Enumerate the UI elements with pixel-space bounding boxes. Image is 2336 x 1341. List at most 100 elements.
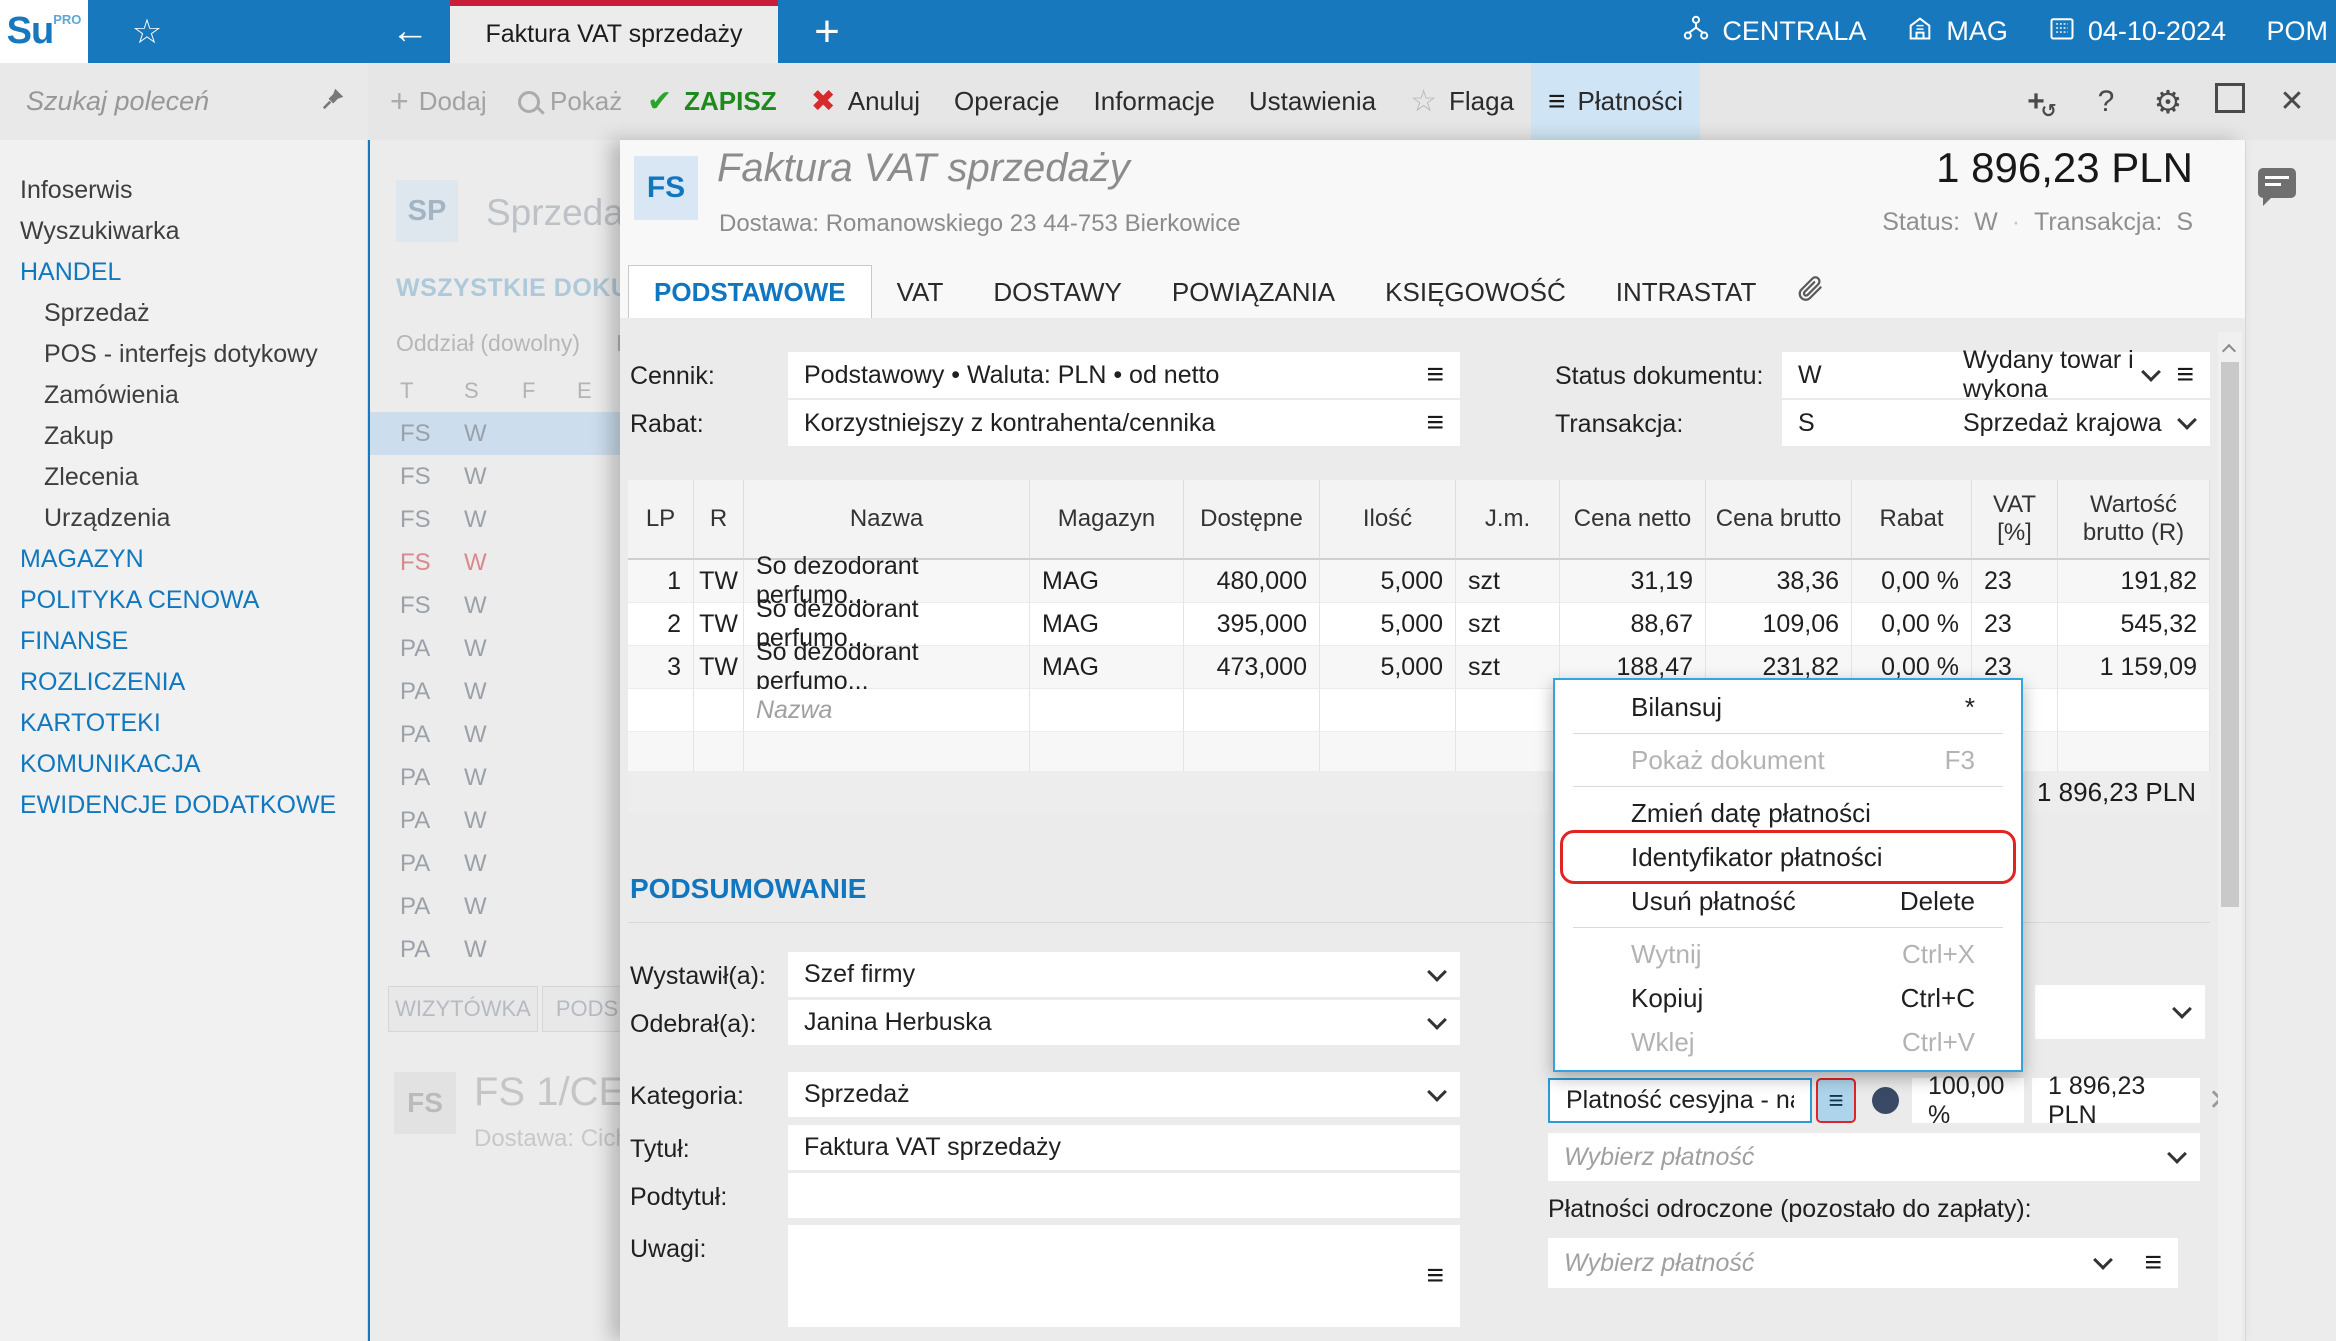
operations-menu[interactable]: Operacje: [937, 63, 1077, 140]
category-select[interactable]: Sprzedaż: [788, 1072, 1460, 1117]
rabat-menu-icon[interactable]: ≡: [1426, 408, 1444, 438]
flag-button[interactable]: ☆ Flaga: [1393, 63, 1531, 140]
app-logo[interactable]: Su PRO: [0, 0, 88, 63]
status-dokumentu-field[interactable]: W Wydany towar i wykona ≡: [1782, 346, 2210, 403]
sidebar-item-zakup[interactable]: Zakup: [0, 416, 367, 457]
cell-empty[interactable]: [628, 689, 694, 732]
sidebar-item-sprzedaz[interactable]: Sprzedaż: [0, 293, 367, 334]
paperclip-icon[interactable]: [1795, 273, 1825, 308]
sidebar-item-urzadzenia[interactable]: Urządzenia: [0, 498, 367, 539]
cell-unit[interactable]: szt: [1456, 603, 1560, 646]
payments-menu-active[interactable]: ≡ Płatności: [1531, 63, 1701, 140]
tab-intrastat[interactable]: INTRASTAT: [1591, 266, 1782, 318]
add-and-repeat-icon[interactable]: +↺: [2013, 85, 2075, 122]
payment-amount-field[interactable]: 1 896,23 PLN: [2032, 1072, 2200, 1129]
cell-vat[interactable]: 23: [1972, 603, 2058, 646]
deferred-menu-icon[interactable]: ≡: [2144, 1248, 2162, 1278]
cell-r[interactable]: TW: [694, 646, 744, 689]
col-lp[interactable]: LP: [628, 480, 694, 560]
payment-menu-button-highlighted[interactable]: ≡: [1816, 1078, 1856, 1123]
document-list-row[interactable]: PA W: [370, 670, 620, 713]
cell-quantity[interactable]: 5,000: [1320, 560, 1456, 603]
back-arrow-icon[interactable]: ←: [372, 0, 448, 63]
cell-quantity[interactable]: 5,000: [1320, 646, 1456, 689]
chevron-down-icon[interactable]: [2177, 410, 2197, 430]
cell-lp[interactable]: 2: [628, 603, 694, 646]
sidebar-section-magazyn[interactable]: MAGAZYN: [0, 539, 367, 580]
col-ilosc[interactable]: Ilość: [1320, 480, 1456, 560]
issuer-select[interactable]: Szef firmy: [788, 952, 1460, 997]
chevron-down-icon[interactable]: [2141, 362, 2162, 382]
cell-empty[interactable]: [1030, 732, 1184, 772]
cell-r[interactable]: TW: [694, 603, 744, 646]
cell-unit[interactable]: szt: [1456, 560, 1560, 603]
status-menu-icon[interactable]: ≡: [2176, 360, 2194, 390]
work-date-selector[interactable]: 04-10-2024: [2048, 14, 2226, 49]
cell-discount[interactable]: 0,00 %: [1852, 603, 1972, 646]
cell-net-price[interactable]: 31,19: [1560, 560, 1706, 603]
tab-ksiegowosc[interactable]: KSIĘGOWOŚĆ: [1360, 266, 1591, 318]
menu-item-wytnij-disabled[interactable]: Wytnij Ctrl+X: [1555, 932, 2021, 976]
document-list-row[interactable]: PA W: [370, 756, 620, 799]
title-input[interactable]: Faktura VAT sprzedaży: [788, 1125, 1460, 1170]
document-list-row[interactable]: FS W: [370, 455, 620, 498]
cell-name[interactable]: So dezodorant perfumo...: [744, 638, 1030, 695]
cell-warehouse[interactable]: MAG: [1030, 646, 1184, 689]
receiver-select[interactable]: Janina Herbuska: [788, 1000, 1460, 1045]
sidebar-item-zamowienia[interactable]: Zamówienia: [0, 375, 367, 416]
menu-item-wklej-disabled[interactable]: Wklej Ctrl+V: [1555, 1020, 2021, 1064]
cell-empty[interactable]: [628, 732, 694, 772]
document-list-row[interactable]: FS W: [370, 498, 620, 541]
chevron-down-icon[interactable]: [2172, 999, 2192, 1019]
document-list-row[interactable]: PA W: [370, 627, 620, 670]
cell-available[interactable]: 480,000: [1184, 560, 1320, 603]
sidebar-item-infoserwis[interactable]: Infoserwis: [0, 170, 367, 211]
cell-available[interactable]: 395,000: [1184, 603, 1320, 646]
menu-item-kopiuj[interactable]: Kopiuj Ctrl+C: [1555, 976, 2021, 1020]
cell-discount[interactable]: 0,00 %: [1852, 560, 1972, 603]
document-list-row[interactable]: PA W: [370, 885, 620, 928]
maximize-icon[interactable]: [2199, 82, 2261, 121]
document-list-row[interactable]: FS W: [370, 584, 620, 627]
sidebar-section-rozliczenia[interactable]: ROZLICZENIA: [0, 662, 367, 703]
sidebar-section-finanse[interactable]: FINANSE: [0, 621, 367, 662]
tab-powiazania[interactable]: POWIĄZANIA: [1147, 266, 1360, 318]
scrollbar-up-arrow[interactable]: [2221, 343, 2237, 359]
cell-r[interactable]: TW: [694, 560, 744, 603]
branch-filter[interactable]: Oddział (dowolny): [396, 330, 580, 357]
col-jm[interactable]: J.m.: [1456, 480, 1560, 560]
settings-menu[interactable]: Ustawienia: [1232, 63, 1393, 140]
document-list-row[interactable]: PA W: [370, 799, 620, 842]
cell-lp[interactable]: 1: [628, 560, 694, 603]
sidebar-section-polityka-cenowa[interactable]: POLITYKA CENOWA: [0, 580, 367, 621]
cell-lp[interactable]: 3: [628, 646, 694, 689]
cell-gross-price[interactable]: 109,06: [1706, 603, 1852, 646]
chevron-down-icon[interactable]: [2093, 1250, 2114, 1270]
col-rabat[interactable]: Rabat: [1852, 480, 1972, 560]
chevron-down-icon[interactable]: [2167, 1144, 2187, 1164]
cell-warehouse[interactable]: MAG: [1030, 603, 1184, 646]
sidebar-item-zlecenia[interactable]: Zlecenia: [0, 457, 367, 498]
cell-gross-value[interactable]: 191,82: [2058, 560, 2210, 603]
menu-item-identyfikator-platnosci-highlighted[interactable]: Identyfikator płatności: [1555, 830, 2021, 884]
notes-menu-icon[interactable]: ≡: [1426, 1261, 1444, 1291]
chevron-down-icon[interactable]: [1427, 1009, 1447, 1030]
cell-empty[interactable]: [1320, 732, 1456, 772]
cell-gross-value[interactable]: 545,32: [2058, 603, 2210, 646]
close-icon[interactable]: ✕: [2261, 84, 2323, 119]
organization-selector[interactable]: CENTRALA: [1682, 14, 1866, 49]
col-vat[interactable]: VAT [%]: [1972, 480, 2058, 560]
information-menu[interactable]: Informacje: [1077, 63, 1232, 140]
cennik-field[interactable]: Podstawowy • Waluta: PLN • od netto ≡: [788, 352, 1460, 398]
col-r[interactable]: R: [694, 480, 744, 560]
col-magazyn[interactable]: Magazyn: [1030, 480, 1184, 560]
cell-empty[interactable]: [694, 689, 744, 732]
cell-empty[interactable]: [2058, 689, 2210, 732]
cell-empty[interactable]: [1184, 689, 1320, 732]
rabat-field[interactable]: Korzystniejszy z kontrahenta/cennika ≡: [788, 400, 1460, 446]
cell-empty[interactable]: [744, 732, 1030, 772]
gear-icon[interactable]: ⚙: [2137, 83, 2199, 121]
payment-name-input-focused[interactable]: Platność cesyjna - natych: [1548, 1078, 1812, 1123]
col-dostepne[interactable]: Dostępne: [1184, 480, 1320, 560]
notes-textarea[interactable]: ≡: [788, 1225, 1460, 1327]
